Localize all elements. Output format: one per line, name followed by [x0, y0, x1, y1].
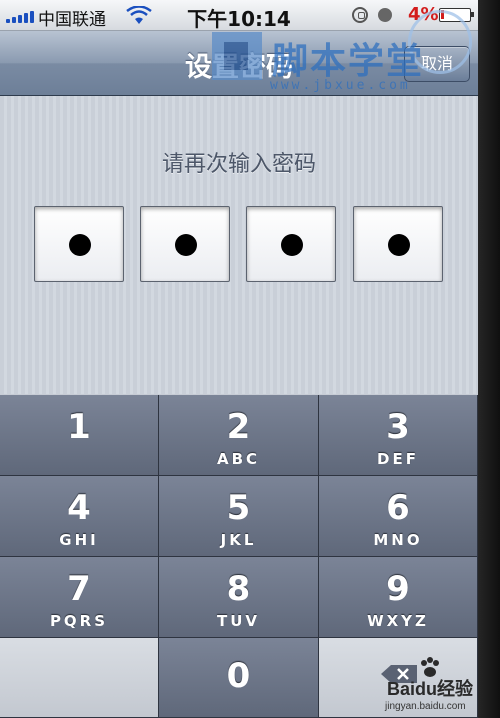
key-digit: 9 [386, 569, 410, 609]
watermark-site-text: 脚本学堂 [272, 41, 425, 82]
key-0[interactable]: 0 [159, 638, 319, 718]
key-4[interactable]: 4 GHI [0, 476, 159, 557]
baidu-watermark: Baidu经验 jingyan.baidu.com [385, 657, 478, 717]
watermark-site-url: www.jbxue.com [270, 78, 411, 93]
passcode-entry-area: 请再次输入密码 [0, 96, 478, 394]
passcode-digit-box [34, 206, 124, 282]
key-9[interactable]: 9 WXYZ [319, 557, 478, 638]
key-3[interactable]: 3 DEF [319, 395, 478, 476]
filled-dot-icon [281, 234, 303, 256]
baidu-watermark-url: jingyan.baidu.com [385, 701, 466, 712]
passcode-prompt: 请再次输入密码 [161, 152, 316, 177]
key-5[interactable]: 5 JKL [159, 476, 319, 557]
filled-dot-icon [388, 234, 410, 256]
passcode-digit-box [246, 206, 336, 282]
key-letters: MNO [373, 531, 423, 549]
iphone-screen: 中国联通 下午10:14 4% 设置密码 取消 脚本学堂 www.jbxue.c… [0, 0, 478, 718]
key-letters: GHI [59, 531, 99, 549]
baidu-watermark-text: Baidu经验 [387, 679, 474, 699]
key-7[interactable]: 7 PQRS [0, 557, 159, 638]
key-digit: 1 [67, 407, 91, 447]
key-digit: 8 [226, 569, 251, 609]
key-letters: ABC [216, 450, 261, 468]
key-1[interactable]: 1 [0, 395, 159, 476]
key-letters: DEF [377, 450, 419, 468]
key-blank [0, 638, 159, 718]
passcode-digit-box [140, 206, 230, 282]
key-digit: 7 [67, 569, 91, 609]
key-8[interactable]: 8 TUV [159, 557, 319, 638]
key-digit: 5 [226, 488, 251, 528]
site-watermark: 脚本学堂 www.jbxue.com [212, 10, 472, 96]
key-digit: 6 [386, 488, 410, 528]
key-digit: 2 [226, 407, 251, 447]
filled-dot-icon [175, 234, 197, 256]
key-letters: JKL [220, 531, 257, 549]
key-6[interactable]: 6 MNO [319, 476, 478, 557]
filled-dot-icon [69, 234, 91, 256]
key-letters: PQRS [49, 612, 109, 630]
watermark-logo-icon [212, 32, 262, 80]
key-letters: TUV [216, 612, 261, 630]
passcode-digit-box [353, 206, 443, 282]
side-background [478, 0, 500, 718]
key-letters: WXYZ [367, 612, 429, 630]
key-digit: 0 [226, 656, 251, 696]
key-2[interactable]: 2 ABC [159, 395, 319, 476]
key-digit: 4 [67, 488, 91, 528]
key-digit: 3 [386, 407, 410, 447]
